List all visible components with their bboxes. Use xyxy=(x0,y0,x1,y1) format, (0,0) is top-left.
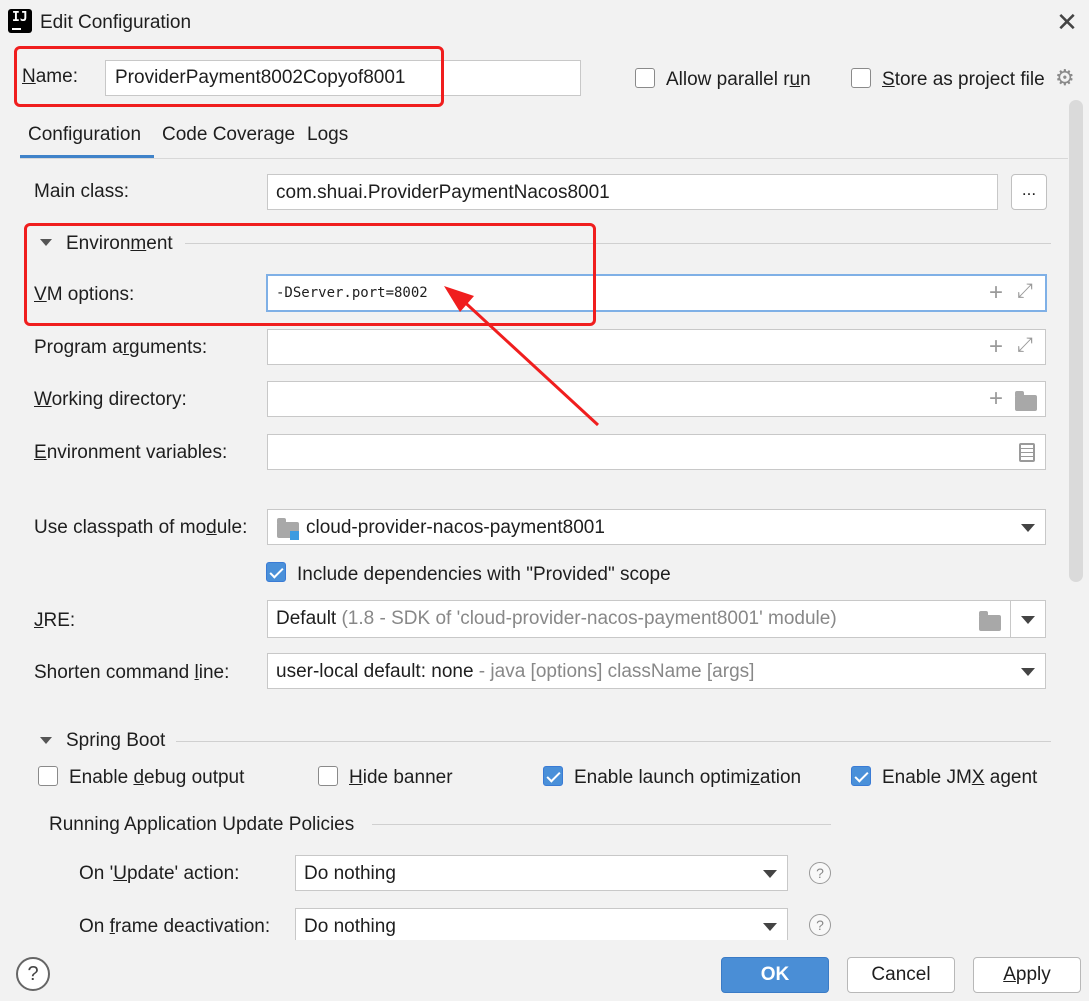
include-provided-deps-checkbox[interactable] xyxy=(266,562,286,582)
classpath-module-value: cloud-provider-nacos-payment8001 xyxy=(306,517,605,538)
main-class-field[interactable]: com.shuai.ProviderPaymentNacos8001 xyxy=(267,174,998,210)
intellij-app-icon: IJ xyxy=(5,6,35,36)
update-policies-section-title: Running Application Update Policies xyxy=(49,814,355,835)
tab-code-coverage[interactable]: Code Coverage xyxy=(162,124,295,146)
spring-boot-section-title: Spring Boot xyxy=(66,730,166,751)
name-input[interactable]: ProviderPayment8002Copyof8001 xyxy=(105,60,581,96)
gear-icon[interactable]: ⚙ xyxy=(1055,66,1075,90)
document-icon[interactable] xyxy=(1019,443,1035,462)
enable-launch-optimization-checkbox[interactable] xyxy=(543,766,563,786)
help-button[interactable]: ? xyxy=(16,957,50,991)
window-title: Edit Configuration xyxy=(40,12,192,33)
ok-button[interactable]: OK xyxy=(721,957,829,993)
vm-options-label: VM options: xyxy=(34,284,135,305)
shorten-command-line-label: Shorten command line: xyxy=(34,662,230,683)
help-icon[interactable]: ? xyxy=(809,914,831,936)
on-frame-deactivation-label: On frame deactivation: xyxy=(79,916,271,937)
on-update-action-dropdown[interactable]: Do nothing xyxy=(295,855,788,891)
enable-jmx-agent-label: Enable JMX agent xyxy=(882,767,1038,788)
enable-jmx-agent-checkbox[interactable] xyxy=(851,766,871,786)
enable-debug-output-checkbox[interactable] xyxy=(38,766,58,786)
include-provided-deps-label: Include dependencies with "Provided" sco… xyxy=(297,564,671,585)
working-directory-label: Working directory: xyxy=(34,389,187,410)
folder-icon[interactable] xyxy=(1015,391,1037,411)
store-as-project-file-label: Store as project file xyxy=(882,69,1045,90)
configuration-panel: Main class: com.shuai.ProviderPaymentNac… xyxy=(20,158,1068,940)
section-divider xyxy=(185,243,1051,244)
tab-configuration[interactable]: Configuration xyxy=(28,124,141,146)
jre-value: Default (1.8 - SDK of 'cloud-provider-na… xyxy=(276,608,837,629)
expand-icon[interactable] xyxy=(1017,334,1035,357)
program-arguments-label: Program arguments: xyxy=(34,337,208,358)
shorten-command-line-dropdown[interactable]: user-local default: none - java [options… xyxy=(267,653,1046,689)
field-separator xyxy=(1010,601,1011,637)
collapse-triangle-icon[interactable] xyxy=(40,239,52,246)
hide-banner-label: Hide banner xyxy=(349,767,453,788)
plus-icon[interactable]: + xyxy=(989,279,1003,307)
environment-variables-label: Environment variables: xyxy=(34,442,228,463)
annotation-arrow xyxy=(444,286,600,427)
vm-options-field[interactable]: -DServer.port=8002 + xyxy=(266,274,1047,312)
classpath-module-label: Use classpath of module: xyxy=(34,517,248,538)
store-as-project-file-checkbox[interactable] xyxy=(851,68,871,88)
section-divider xyxy=(372,824,831,825)
environment-variables-field[interactable] xyxy=(267,434,1046,470)
hide-banner-checkbox[interactable] xyxy=(318,766,338,786)
cancel-button[interactable]: Cancel xyxy=(847,957,955,993)
working-directory-field[interactable]: + xyxy=(267,381,1046,417)
folder-icon[interactable] xyxy=(979,611,1001,631)
close-button[interactable]: ✕ xyxy=(1052,8,1082,38)
main-class-label: Main class: xyxy=(34,181,130,202)
jre-label: JRE: xyxy=(34,610,76,631)
tab-logs[interactable]: Logs xyxy=(307,124,348,146)
help-icon[interactable]: ? xyxy=(809,862,831,884)
browse-main-class-button[interactable]: ... xyxy=(1011,174,1047,210)
chevron-down-icon xyxy=(763,923,777,931)
name-label: Name: xyxy=(22,66,78,87)
chevron-down-icon[interactable] xyxy=(1021,616,1035,624)
plus-icon[interactable]: + xyxy=(989,385,1003,413)
plus-icon[interactable]: + xyxy=(989,333,1003,361)
chevron-down-icon xyxy=(1021,668,1035,676)
program-arguments-field[interactable]: + xyxy=(267,329,1046,365)
module-badge-icon xyxy=(290,531,299,540)
expand-icon[interactable] xyxy=(1017,280,1035,303)
chevron-down-icon xyxy=(1021,524,1035,532)
section-divider xyxy=(176,741,1051,742)
on-frame-deactivation-value: Do nothing xyxy=(304,916,396,937)
shorten-command-line-value: user-local default: none - java [options… xyxy=(276,661,755,682)
on-frame-deactivation-dropdown[interactable]: Do nothing xyxy=(295,908,788,940)
enable-debug-output-label: Enable debug output xyxy=(69,767,245,788)
apply-button[interactable]: Apply xyxy=(973,957,1081,993)
allow-parallel-run-checkbox[interactable] xyxy=(635,68,655,88)
vm-options-value: -DServer.port=8002 xyxy=(276,285,428,301)
enable-launch-optimization-label: Enable launch optimization xyxy=(574,767,802,788)
main-class-value: com.shuai.ProviderPaymentNacos8001 xyxy=(276,182,610,203)
chevron-down-icon xyxy=(763,870,777,878)
on-update-action-label: On 'Update' action: xyxy=(79,863,240,884)
allow-parallel-run-label: Allow parallel run xyxy=(666,69,811,90)
vertical-scrollbar[interactable] xyxy=(1069,100,1083,582)
on-update-action-value: Do nothing xyxy=(304,863,396,884)
environment-section-title: Environment xyxy=(66,233,173,254)
jre-field[interactable]: Default (1.8 - SDK of 'cloud-provider-na… xyxy=(267,600,1046,638)
collapse-triangle-icon[interactable] xyxy=(40,737,52,744)
classpath-module-dropdown[interactable]: cloud-provider-nacos-payment8001 xyxy=(267,509,1046,545)
